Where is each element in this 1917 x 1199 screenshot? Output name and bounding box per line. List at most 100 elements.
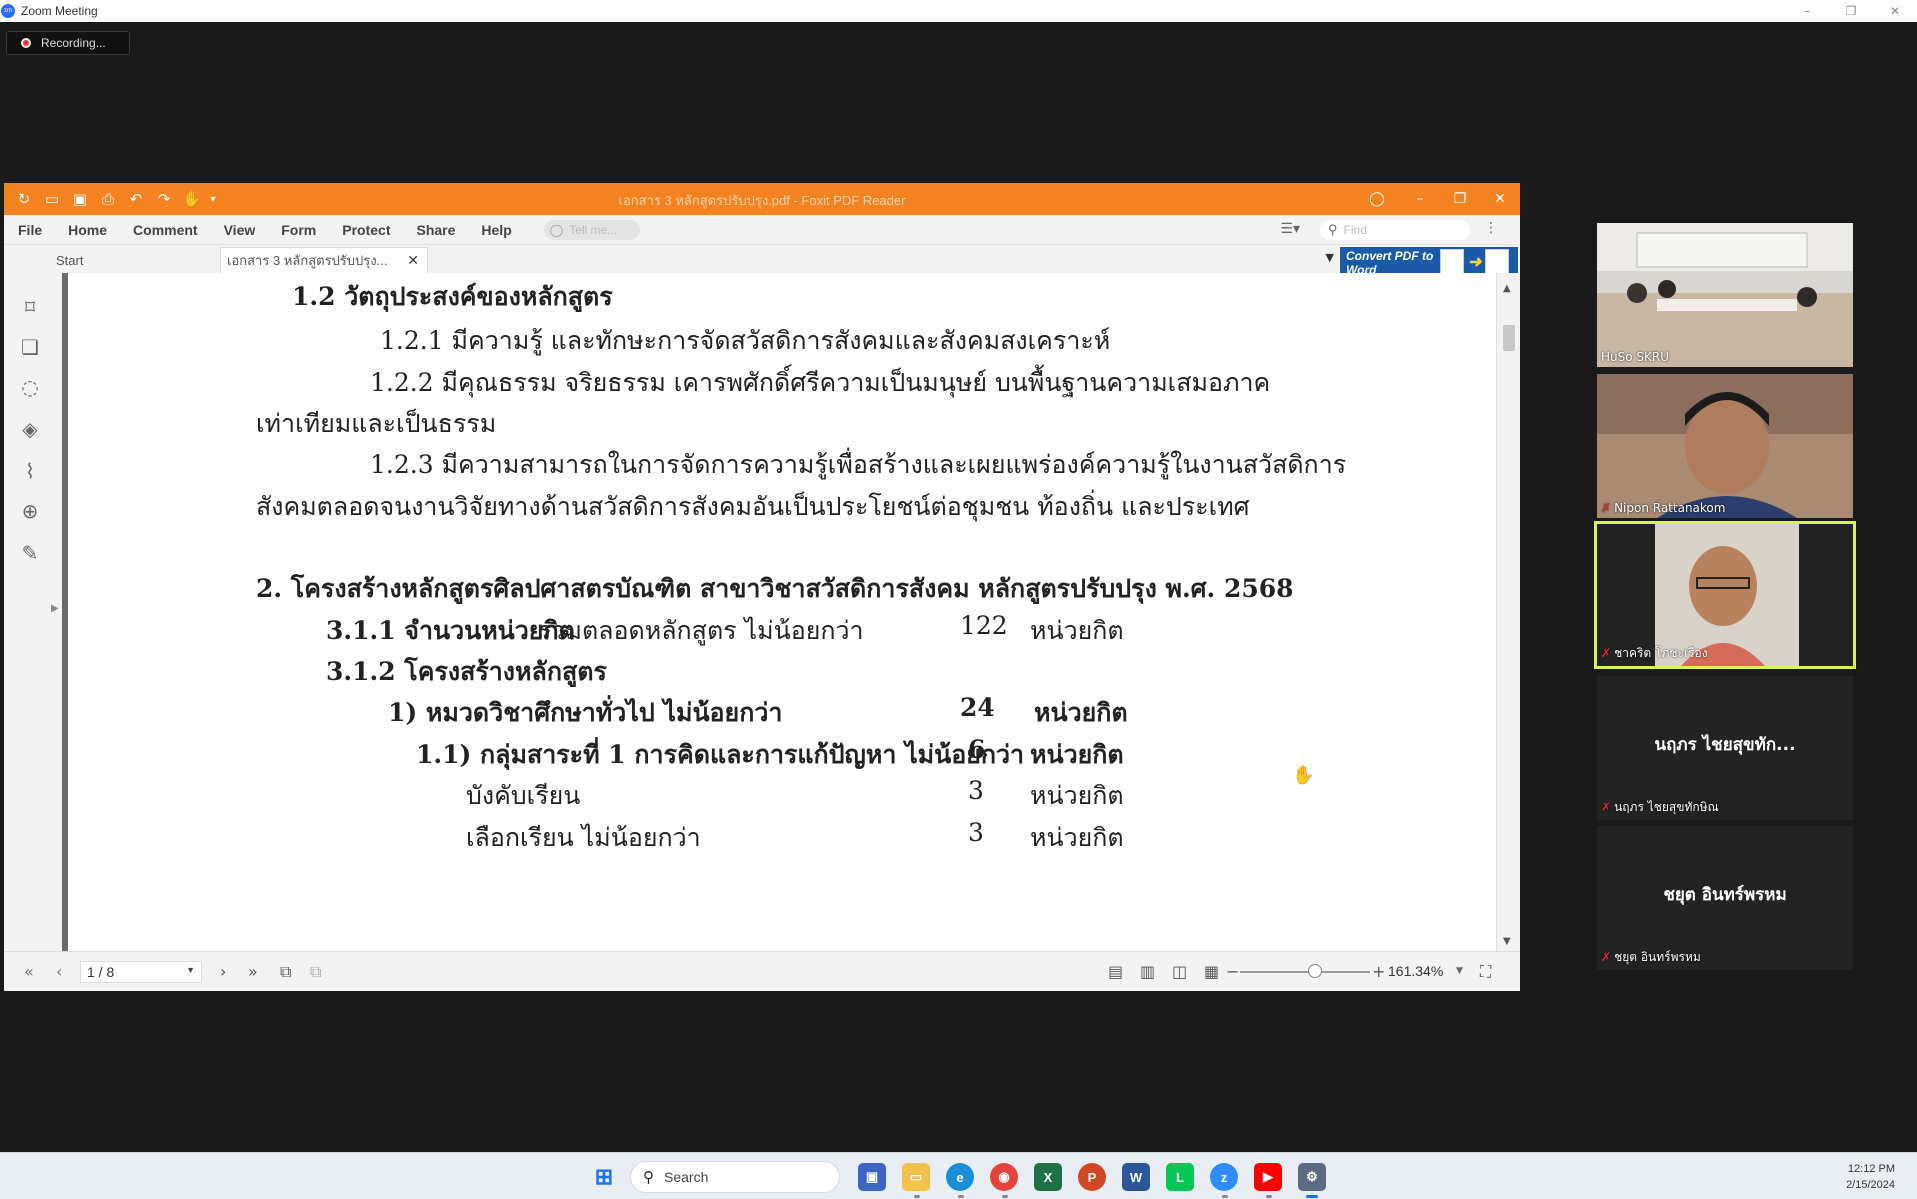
settings-icon[interactable]: ⚙ bbox=[1298, 1163, 1326, 1191]
menu-protect[interactable]: Protect bbox=[342, 222, 390, 238]
minimize-button[interactable]: – bbox=[1400, 183, 1440, 215]
tab-document[interactable]: เอกสาร 3 หลักสูตรปรับปรุง... ✕ bbox=[220, 247, 428, 273]
advanced-search-icon[interactable]: ☰▾ bbox=[1280, 221, 1300, 237]
participant-center-name: นฤภร ไชยสุขทัก... bbox=[1654, 735, 1796, 755]
youtube-icon[interactable]: ▶ bbox=[1254, 1163, 1282, 1191]
system-clock[interactable]: 12:12 PM 2/15/2024 bbox=[1846, 1161, 1895, 1193]
running-indicator bbox=[958, 1195, 964, 1198]
menu-home[interactable]: Home bbox=[68, 222, 107, 238]
last-page-icon[interactable]: » bbox=[248, 962, 258, 981]
next-page-icon[interactable]: › bbox=[220, 962, 226, 981]
zoom-dropdown-icon[interactable]: ▼ bbox=[1456, 966, 1463, 976]
security-icon[interactable]: ⊕ bbox=[18, 499, 42, 523]
running-indicator bbox=[1222, 1195, 1228, 1198]
close-button[interactable]: ✕ bbox=[1873, 0, 1917, 22]
find-input[interactable]: ⚲ Find bbox=[1320, 220, 1470, 240]
foxit-window-title: เอกสาร 3 หลักสูตรปรับปรุง.pdf - Foxit PD… bbox=[618, 193, 906, 208]
running-indicator bbox=[1306, 1195, 1318, 1198]
word-icon[interactable]: W bbox=[1122, 1163, 1150, 1191]
taskbar-search[interactable]: ⚲ Search bbox=[630, 1161, 840, 1193]
facing-page-icon[interactable]: ◫ bbox=[1172, 962, 1187, 981]
menu-view[interactable]: View bbox=[224, 222, 256, 238]
structure-row-label: 1.1) กลุ่มสาระที่ 1 การคิดและการแก้ปัญหา… bbox=[416, 740, 1025, 769]
previous-page-icon[interactable]: ‹ bbox=[56, 962, 62, 981]
minimize-button[interactable]: – bbox=[1785, 0, 1829, 22]
menu-help[interactable]: Help bbox=[481, 222, 511, 238]
participant-name: ✗ Nipon Rattanakom bbox=[1601, 501, 1725, 515]
scroll-down-icon[interactable]: ▼ bbox=[1503, 936, 1511, 947]
zoom-slider-knob[interactable] bbox=[1308, 964, 1322, 978]
zoom-title-bar: zm Zoom Meeting – ❐ ✕ bbox=[0, 0, 1917, 22]
tell-me-placeholder: Tell me... bbox=[569, 222, 618, 237]
continuous-facing-icon[interactable]: ▦ bbox=[1204, 962, 1219, 981]
tab-start[interactable]: Start bbox=[4, 247, 220, 273]
menu-form[interactable]: Form bbox=[281, 222, 316, 238]
menu-file[interactable]: File bbox=[18, 222, 42, 238]
tab-list-dropdown-icon[interactable]: ▼ bbox=[1326, 251, 1334, 264]
credit-value: 24 bbox=[960, 693, 995, 722]
running-indicator bbox=[914, 1195, 920, 1198]
participant-tile[interactable]: HuSo SKRU bbox=[1597, 223, 1853, 367]
first-page-icon[interactable]: « bbox=[24, 962, 34, 981]
recording-indicator[interactable]: Recording... bbox=[6, 31, 130, 55]
continuous-page-icon[interactable]: ▥ bbox=[1140, 962, 1155, 981]
menu-share[interactable]: Share bbox=[416, 222, 455, 238]
participant-name-text: ชาคริต โภชะเรือง bbox=[1614, 646, 1708, 660]
account-icon[interactable]: ◯ bbox=[1354, 183, 1400, 215]
recording-label: Recording... bbox=[41, 36, 106, 50]
next-view-icon[interactable]: ⧉ bbox=[310, 962, 321, 982]
pages-icon[interactable]: ❏ bbox=[18, 335, 42, 359]
comment-icon[interactable]: ◌ bbox=[18, 375, 42, 399]
close-tab-icon[interactable]: ✕ bbox=[407, 252, 419, 269]
attachment-icon[interactable]: ⌇ bbox=[18, 459, 42, 483]
store-icon[interactable]: ▣ bbox=[858, 1163, 886, 1191]
tell-me-search[interactable]: ◯ Tell me... bbox=[543, 219, 640, 240]
scroll-thumb[interactable] bbox=[1503, 325, 1515, 351]
pdf-page-view[interactable]: 1.2 วัตถุประสงค์ของหลักสูตร 1.2.1 มีความ… bbox=[68, 273, 1496, 951]
previous-view-icon[interactable]: ⧉ bbox=[280, 962, 291, 982]
credit-unit: หน่วยกิต bbox=[1034, 698, 1128, 727]
participant-name-text: ชยุต อินทร์พรหม bbox=[1614, 950, 1701, 964]
expand-panel-icon[interactable]: ▶ bbox=[51, 603, 59, 614]
single-page-icon[interactable]: ▤ bbox=[1108, 962, 1123, 981]
more-options-icon[interactable]: ⋮ bbox=[1484, 220, 1498, 236]
file-explorer-icon[interactable]: ▭ bbox=[902, 1163, 930, 1191]
muted-mic-icon: ✗ bbox=[1601, 950, 1612, 964]
arrow-icon: ➜ bbox=[1468, 254, 1482, 271]
menu-comment[interactable]: Comment bbox=[133, 222, 198, 238]
scroll-up-icon[interactable]: ▲ bbox=[1503, 283, 1511, 294]
navigation-panel: ⌑ ❏ ◌ ◈ ⌇ ⊕ ✎ ▶ bbox=[4, 273, 62, 951]
participant-tile[interactable]: ✗ Nipon Rattanakom bbox=[1597, 374, 1853, 518]
objective-text: สังคมตลอดจนงานวิจัยทางด้านสวัสดิการสังคม… bbox=[256, 492, 1250, 521]
credit-unit: หน่วยกิต bbox=[1030, 781, 1124, 810]
powerpoint-icon[interactable]: P bbox=[1078, 1163, 1106, 1191]
maximize-button[interactable]: ❐ bbox=[1829, 0, 1873, 22]
layers-icon[interactable]: ◈ bbox=[18, 417, 42, 441]
page-dropdown-icon[interactable]: ▼ bbox=[186, 965, 195, 975]
zoom-in-icon[interactable]: + bbox=[1372, 962, 1385, 981]
excel-icon[interactable]: X bbox=[1034, 1163, 1062, 1191]
zoom-slider[interactable] bbox=[1240, 971, 1370, 973]
signature-icon[interactable]: ✎ bbox=[18, 541, 42, 565]
objective-text: 1.2.1 มีความรู้ และทักษะการจัดสวัสดิการส… bbox=[380, 326, 1111, 355]
participant-tile[interactable]: นฤภร ไชยสุขทัก... ✗ นฤภร ไชยสุขทักษิณ bbox=[1597, 676, 1853, 820]
muted-mic-icon: ✗ bbox=[1601, 646, 1612, 660]
participant-tile[interactable]: ชยุต อินทร์พรหม ✗ ชยุต อินทร์พรหม bbox=[1597, 826, 1853, 970]
structure-row-desc: รวมตลอดหลักสูตร ไม่น้อยกว่า bbox=[538, 616, 864, 645]
lightbulb-icon: ◯ bbox=[549, 222, 564, 237]
zoom-app-icon[interactable]: z bbox=[1210, 1163, 1238, 1191]
zoom-out-icon[interactable]: − bbox=[1226, 962, 1239, 981]
close-button[interactable]: ✕ bbox=[1480, 183, 1520, 215]
participant-tile-active-speaker[interactable]: ✗ ชาคริต โภชะเรือง bbox=[1594, 521, 1856, 669]
windows-start-icon[interactable]: ⊞ bbox=[590, 1163, 618, 1191]
fullscreen-icon[interactable]: ⛶ bbox=[1480, 962, 1491, 982]
zoom-level[interactable]: 161.34% bbox=[1388, 963, 1443, 979]
edge-icon[interactable]: e bbox=[946, 1163, 974, 1191]
vertical-scrollbar[interactable]: ▲ ▼ bbox=[1496, 273, 1520, 951]
line-icon[interactable]: L bbox=[1166, 1163, 1194, 1191]
chrome-icon[interactable]: ◉ bbox=[990, 1163, 1018, 1191]
restore-button[interactable]: ❐ bbox=[1440, 183, 1480, 215]
bookmark-icon[interactable]: ⌑ bbox=[18, 295, 42, 319]
foxit-pdf-reader-window: ↻ ▭ ▣ ⎙ ↶ ↷ ✋ ▾ เอกสาร 3 หลักสูตรปรับปรุ… bbox=[4, 183, 1520, 991]
page-number-input[interactable]: 1 / 8 ▼ bbox=[80, 961, 202, 983]
